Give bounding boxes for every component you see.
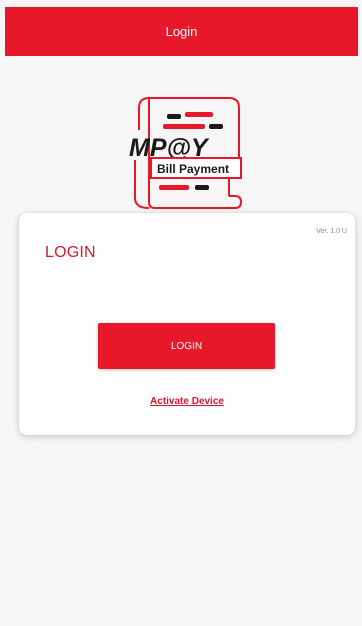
login-card: Ver. 1.0 U LOGIN LOGIN Activate Device	[19, 213, 355, 435]
app-bar: Login	[5, 7, 358, 56]
page-title: Login	[165, 24, 198, 39]
activate-device-link[interactable]: Activate Device	[19, 396, 355, 407]
mpay-logo: MP@Y Bill Payment	[125, 90, 247, 212]
login-button[interactable]: LOGIN	[98, 323, 275, 369]
version-label: Ver. 1.0 U	[316, 228, 347, 235]
bill-scroll-icon: MP@Y Bill Payment	[129, 97, 243, 209]
card-title: LOGIN	[45, 244, 96, 261]
brand-tagline: Bill Payment	[157, 162, 229, 176]
login-screen: Login MP@Y Bill Payment Ver. 1.0 U LOGIN…	[0, 0, 362, 626]
